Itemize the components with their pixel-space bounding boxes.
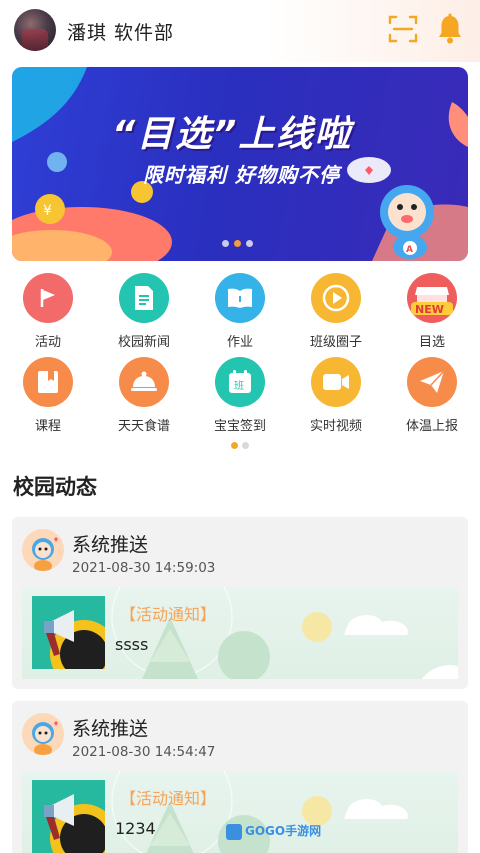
feature-label: 作业 [226, 335, 253, 350]
banner-dot[interactable] [222, 240, 229, 247]
bell-icon[interactable] [437, 13, 463, 45]
banner-subtitle: 限时福利 好物购不停 [143, 163, 340, 187]
svg-text:班: 班 [234, 380, 244, 392]
bookmark-icon [23, 357, 73, 407]
feature-label: 天天食谱 [117, 419, 170, 434]
system-avatar [22, 713, 64, 755]
feature-label: 目选 [418, 335, 445, 350]
megaphone-icon [32, 780, 105, 853]
notice-text: ssss [115, 635, 149, 654]
play-icon [311, 273, 361, 323]
feature-label: 宝宝签到 [213, 419, 266, 434]
feature-page-dot-active[interactable] [231, 442, 238, 449]
watermark-text: GOGO手游网 [245, 824, 322, 838]
watermark: GOGO手游网 [226, 822, 321, 840]
card-time: 2021-08-30 14:54:47 [72, 744, 216, 760]
banner-dot[interactable] [246, 240, 253, 247]
notice-text: 1234 [115, 819, 156, 838]
calendar-icon: 班 [215, 357, 265, 407]
feature-row-1: 活动 校园新闻 作业 班级圈子 NEW 目选 [0, 273, 480, 353]
scan-icon[interactable] [388, 14, 418, 44]
notice-body[interactable]: 【活动通知】 ssss [22, 587, 458, 679]
feature-temperature-report[interactable]: 体温上报 [384, 357, 480, 434]
notice-tag: 【活动通知】 [120, 605, 217, 624]
feature-live-video[interactable]: 实时视频 [288, 357, 384, 434]
notice-tag: 【活动通知】 [120, 789, 217, 808]
feature-activity[interactable]: 活动 [0, 273, 96, 350]
book-icon [215, 273, 265, 323]
banner-title: “目选”上线啦 [112, 114, 353, 155]
user-name: 潘琪 软件部 [67, 22, 175, 44]
banner-dot-active[interactable] [234, 240, 241, 247]
feature-label: 体温上报 [405, 419, 458, 434]
feature-school-news[interactable]: 校园新闻 [96, 273, 192, 350]
feature-label: 班级圈子 [309, 335, 362, 350]
feature-course[interactable]: 课程 [0, 357, 96, 434]
video-icon [311, 357, 361, 407]
feature-label: 课程 [34, 419, 61, 434]
svg-text:¥: ¥ [43, 203, 52, 219]
megaphone-icon [32, 596, 105, 669]
promo-banner[interactable]: ¥ A “目选”上线啦 限时福利 好物购不停 [12, 67, 468, 261]
watermark-logo-icon [226, 823, 242, 840]
feature-daily-recipe[interactable]: 天天食谱 [96, 357, 192, 434]
banner-pagination [222, 240, 253, 247]
feature-page-dot[interactable] [242, 442, 249, 449]
card-sender: 系统推送 [72, 534, 149, 556]
feature-label: 活动 [34, 335, 61, 350]
user-avatar[interactable] [14, 9, 56, 51]
cloche-icon [119, 357, 169, 407]
feature-muxuan[interactable]: NEW 目选 [384, 273, 480, 350]
feature-row-2: 课程 天天食谱 班 宝宝签到 实时视频 体温上报 [0, 357, 480, 437]
shop-new-icon: NEW [407, 273, 457, 323]
flag-icon [23, 273, 73, 323]
feature-label: 实时视频 [309, 419, 362, 434]
notice-body[interactable]: 【活动通知】 1234 [22, 771, 458, 853]
document-icon [119, 273, 169, 323]
card-sender: 系统推送 [72, 718, 149, 740]
feed-section-title: 校园动态 [13, 475, 97, 499]
feature-homework[interactable]: 作业 [192, 273, 288, 350]
paper-plane-icon [407, 357, 457, 407]
svg-text:A: A [406, 245, 413, 255]
card-time: 2021-08-30 14:59:03 [72, 560, 216, 576]
feature-class-circle[interactable]: 班级圈子 [288, 273, 384, 350]
svg-text:NEW: NEW [415, 303, 444, 316]
top-header: 潘琪 软件部 [0, 0, 480, 62]
feed-card[interactable]: 系统推送 2021-08-30 14:59:03 【活动通知】 ssss [12, 517, 468, 689]
system-avatar [22, 529, 64, 571]
feature-baby-checkin[interactable]: 班 宝宝签到 [192, 357, 288, 434]
feature-label: 校园新闻 [117, 335, 170, 350]
feature-pagination [231, 442, 249, 449]
